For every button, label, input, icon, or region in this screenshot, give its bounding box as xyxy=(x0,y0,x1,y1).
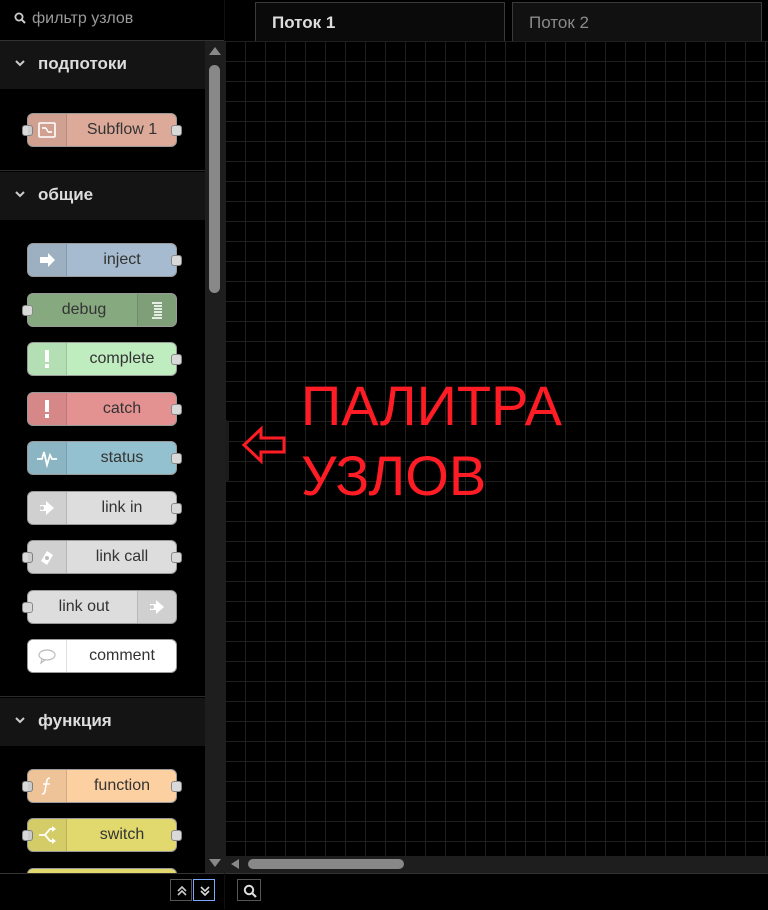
chevron-down-icon xyxy=(15,191,25,198)
tab-flow-1[interactable]: Поток 1 xyxy=(255,2,505,41)
collapse-all-button[interactable] xyxy=(170,879,192,901)
node-label: debug xyxy=(61,301,107,318)
scroll-up-arrow-icon[interactable] xyxy=(209,47,221,55)
palette-scroll-area: подпотоки Subflow 1 общие inject debug c… xyxy=(0,41,205,873)
category-divider xyxy=(0,696,205,697)
node-icon-area xyxy=(28,114,67,146)
subflow-icon xyxy=(38,122,56,138)
scrollbar-thumb[interactable] xyxy=(209,65,220,293)
node-label: function xyxy=(93,777,151,794)
node-icon-area xyxy=(28,492,67,524)
category-label: подпотоки xyxy=(38,54,127,73)
exclamation-icon xyxy=(45,350,49,368)
palette-node-switch[interactable]: switch xyxy=(22,818,182,852)
node-icon-area xyxy=(28,442,67,474)
palette-node-complete[interactable]: complete xyxy=(27,342,182,376)
scroll-left-arrow-icon[interactable] xyxy=(231,859,239,869)
category-label: функция xyxy=(38,711,112,730)
category-label: общие xyxy=(38,185,94,204)
node-icon-area xyxy=(28,819,67,851)
node-icon-area xyxy=(28,640,67,672)
node-icon-area xyxy=(28,244,67,276)
search-icon xyxy=(243,884,257,898)
workspace-horizontal-scrollbar[interactable] xyxy=(225,856,768,873)
workspace-footer xyxy=(225,873,768,910)
category-common-header[interactable]: общие xyxy=(0,172,205,220)
node-icon-area xyxy=(137,591,176,623)
category-subflows-header[interactable]: подпотоки xyxy=(0,41,205,89)
category-function-header[interactable]: функция xyxy=(0,698,205,746)
output-port xyxy=(171,830,182,841)
chevron-down-icon xyxy=(15,60,25,67)
palette-node-status[interactable]: status xyxy=(27,441,182,475)
pulse-icon xyxy=(37,451,57,468)
output-port xyxy=(171,404,182,415)
output-port xyxy=(171,552,182,563)
palette-node-link-call[interactable]: link call xyxy=(22,540,182,574)
scrollbar-thumb[interactable] xyxy=(248,859,404,869)
output-port xyxy=(171,125,182,136)
node-label: complete xyxy=(89,350,155,367)
node-icon-area xyxy=(28,343,67,375)
chevron-down-icon xyxy=(15,717,25,724)
switch-icon xyxy=(39,826,56,844)
palette-node-function[interactable]: function xyxy=(22,769,182,803)
link-in-icon xyxy=(40,501,54,515)
double-chevron-down-icon xyxy=(200,886,210,897)
debug-list-icon xyxy=(152,302,162,319)
palette-node-inject[interactable]: inject xyxy=(27,243,182,277)
search-icon xyxy=(14,12,26,24)
palette-node-link-out[interactable]: link out xyxy=(22,590,177,624)
category-divider xyxy=(0,170,205,171)
node-icon-area xyxy=(137,294,176,326)
inject-arrow-icon xyxy=(40,253,55,267)
palette-node-subflow[interactable]: Subflow 1 xyxy=(22,113,182,147)
node-label: status xyxy=(100,449,144,466)
output-port xyxy=(171,255,182,266)
node-label: switch xyxy=(99,826,145,843)
workspace-tabs: Поток 1 Поток 2 xyxy=(225,0,768,42)
search-flows-button[interactable] xyxy=(237,879,261,901)
annotation-text: ПАЛИТРА УЗЛОВ xyxy=(301,374,562,507)
node-palette: подпотоки Subflow 1 общие inject debug xyxy=(0,0,225,910)
output-port xyxy=(171,354,182,365)
tab-flow-2[interactable]: Поток 2 xyxy=(512,2,762,41)
flow-workspace[interactable]: ПАЛИТРА УЗЛОВ xyxy=(225,41,768,856)
palette-footer xyxy=(0,873,224,910)
node-label: inject xyxy=(103,251,141,268)
tab-label: Поток 2 xyxy=(529,13,589,32)
palette-collapse-handle[interactable] xyxy=(225,420,229,482)
palette-node-comment[interactable]: comment xyxy=(27,639,177,673)
scroll-down-arrow-icon[interactable] xyxy=(209,859,221,867)
node-label: Subflow 1 xyxy=(86,121,158,138)
node-icon-area xyxy=(28,541,67,573)
output-port xyxy=(171,781,182,792)
exclamation-icon xyxy=(45,400,49,418)
expand-all-button[interactable] xyxy=(193,879,215,901)
node-label: link out xyxy=(58,598,110,615)
link-call-icon xyxy=(41,551,53,565)
comment-icon xyxy=(38,649,56,665)
function-icon xyxy=(41,777,51,795)
double-chevron-up-icon xyxy=(177,885,187,896)
node-label: link call xyxy=(95,548,149,565)
output-port xyxy=(171,503,182,514)
palette-filter xyxy=(0,0,224,41)
palette-node-catch[interactable]: catch xyxy=(27,392,182,426)
palette-node-link-in[interactable]: link in xyxy=(27,491,182,525)
node-icon-area xyxy=(28,770,67,802)
palette-node-debug[interactable]: debug xyxy=(22,293,177,327)
left-arrow-icon xyxy=(241,425,286,465)
link-out-icon xyxy=(150,600,164,614)
output-port xyxy=(171,453,182,464)
node-label: catch xyxy=(102,400,142,417)
filter-input[interactable] xyxy=(32,8,212,30)
node-label: comment xyxy=(89,647,155,664)
palette-scrollbar[interactable] xyxy=(205,41,225,873)
node-icon-area xyxy=(28,393,67,425)
node-label: link in xyxy=(101,499,143,516)
tab-label: Поток 1 xyxy=(272,13,336,32)
